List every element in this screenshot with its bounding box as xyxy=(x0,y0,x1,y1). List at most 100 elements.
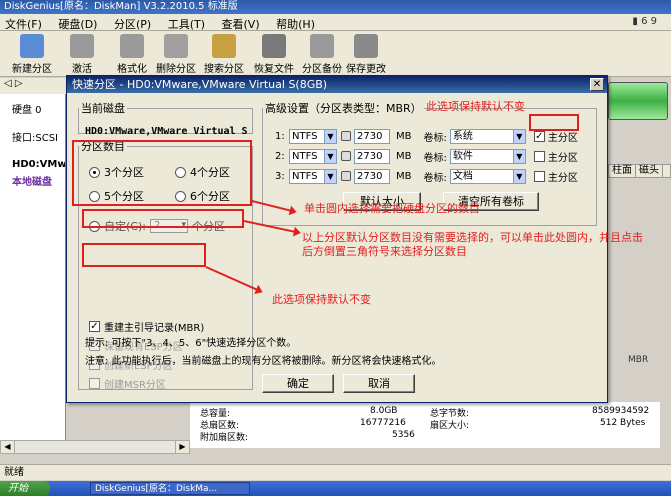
volume-label-caption: 卷标: xyxy=(423,132,447,144)
checkbox-checked-icon[interactable]: ✓ xyxy=(533,130,545,142)
column-head[interactable]: 磁头 xyxy=(636,165,663,177)
dropdown-arrow-icon[interactable]: ▼ xyxy=(324,149,336,163)
search-partition-icon[interactable] xyxy=(212,34,236,58)
current-disk-group: 当前磁盘 HD0:VMware,VMware Virtual S xyxy=(78,100,253,137)
toolbar-label[interactable]: 保存更改 xyxy=(340,60,392,75)
toolbar-button-4[interactable]: 删除分区 xyxy=(150,33,202,75)
new-partition-icon[interactable] xyxy=(20,34,44,58)
warning-text: 注意: 此功能执行后，当前磁盘上的现有分区将被删除。新分区将会快速格式化。 xyxy=(85,356,442,367)
toolbar-button-5[interactable]: 搜索分区 xyxy=(198,33,250,75)
volume-label-dropdown[interactable]: 软件 ▼ xyxy=(449,148,526,164)
fs-type-dropdown[interactable]: NTFS ▼ xyxy=(289,128,337,144)
menu-bar: 文件(F) 硬盘(D) 分区(P) 工具(T) 查看(V) 帮助(H) ▮ 6 … xyxy=(0,14,671,31)
dropdown-arrow-icon[interactable]: ▼ xyxy=(324,129,336,143)
dialog-title-bar: 快速分区 - HD0:VMware,VMware Virtual S(8GB) xyxy=(67,76,607,93)
fs-type-value[interactable]: NTFS xyxy=(292,171,318,182)
current-disk-value: HD0:VMware,VMware Virtual S xyxy=(85,126,248,137)
fs-type-value[interactable]: NTFS xyxy=(292,131,318,142)
checkbox-unchecked-icon[interactable] xyxy=(533,170,545,182)
dropdown-arrow-icon[interactable]: ▼ xyxy=(512,149,525,163)
volume-label-dropdown[interactable]: 系统 ▼ xyxy=(449,128,526,144)
checkbox-create-msr: 创建MSR分区 xyxy=(89,376,166,391)
stat-extra-sectors-label: 附加扇区数: xyxy=(200,433,249,443)
volume-label-caption: 卷标: xyxy=(423,152,447,164)
menu-help[interactable]: 帮助(H) xyxy=(271,14,323,32)
annotation-box-mbr xyxy=(82,243,206,267)
start-button[interactable]: 开始 xyxy=(0,481,50,496)
partition-size-input[interactable]: 2730 xyxy=(354,168,390,184)
column-cylinder[interactable]: 柱面 xyxy=(609,165,636,177)
toolbar: 新建分区 激活 格式化 删除分区 搜索分区 恢复文件 分区备份 保存更改 xyxy=(0,31,671,77)
toolbar-button-8[interactable]: 保存更改 xyxy=(340,33,392,75)
annotation-box-partition-count xyxy=(72,140,252,206)
advanced-settings-legend: 高级设置（分区表类型：MBR） xyxy=(265,102,422,115)
dropdown-arrow-icon[interactable]: ▼ xyxy=(512,129,525,143)
primary-partition-label[interactable]: 主分区 xyxy=(548,169,578,184)
partition-size-input[interactable]: 2730 xyxy=(354,128,390,144)
size-unit: MB xyxy=(396,170,412,182)
checkbox-disabled-icon xyxy=(89,378,100,389)
volume-label-dropdown[interactable]: 文档 ▼ xyxy=(449,168,526,184)
rebuild-mbr-label[interactable]: 重建主引导记录(MBR) xyxy=(104,319,204,334)
dropdown-arrow-icon[interactable]: ▼ xyxy=(512,169,525,183)
cancel-button[interactable]: 取消 xyxy=(343,374,415,393)
menu-view[interactable]: 查看(V) xyxy=(217,14,268,32)
menu-right-indicator: ▮ 6 9 xyxy=(632,16,657,27)
partition-backup-icon[interactable] xyxy=(310,34,334,58)
tree-disk-hd0[interactable]: HD0:VMware xyxy=(0,156,65,174)
menu-file[interactable]: 文件(F) xyxy=(0,14,50,32)
status-text: 就绪 xyxy=(4,467,24,478)
toolbar-button-6[interactable]: 恢复文件 xyxy=(248,33,300,75)
recover-files-icon[interactable] xyxy=(262,34,286,58)
partition-table-header: 柱面 磁头 xyxy=(608,164,671,178)
current-disk-legend: 当前磁盘 xyxy=(81,102,125,115)
delete-partition-icon[interactable] xyxy=(164,34,188,58)
fs-type-value[interactable]: NTFS xyxy=(292,151,318,162)
lock-icon[interactable] xyxy=(341,151,351,161)
lock-icon[interactable] xyxy=(341,171,351,181)
primary-partition-label[interactable]: 主分区 xyxy=(548,149,578,164)
interface-label: 接口:SCSI xyxy=(12,133,58,144)
scroll-right-icon[interactable]: ▶ xyxy=(175,441,189,453)
toolbar-button-1[interactable]: 新建分区 xyxy=(6,33,58,75)
toolbar-label[interactable]: 新建分区 xyxy=(6,60,58,75)
volume-label-value[interactable]: 文档 xyxy=(453,171,473,182)
stat-total-capacity-value: 8.0GB xyxy=(370,406,398,416)
volume-label-caption: 卷标: xyxy=(423,172,447,184)
menu-tools[interactable]: 工具(T) xyxy=(163,14,213,32)
disk-tree-pane: 硬盘 0 接口:SCSI HD0:VMware 本地磁盘 xyxy=(0,94,66,440)
size-unit: MB xyxy=(396,130,412,142)
save-changes-icon[interactable] xyxy=(354,34,378,58)
horizontal-scrollbar[interactable]: ◀ ▶ xyxy=(0,440,190,454)
tree-local-disk[interactable]: 本地磁盘 xyxy=(0,174,65,192)
dialog-title: 快速分区 - HD0:VMware,VMware Virtual S(8GB) xyxy=(72,78,328,91)
checkbox-checked-icon[interactable]: ✓ xyxy=(89,321,100,332)
fs-type-dropdown[interactable]: NTFS ▼ xyxy=(289,148,337,164)
volume-label-value[interactable]: 系统 xyxy=(453,131,473,142)
checkbox-unchecked-icon[interactable] xyxy=(533,150,545,162)
disk-capacity-bar[interactable] xyxy=(608,82,668,120)
toolbar-label[interactable]: 激活 xyxy=(56,60,108,75)
format-icon[interactable] xyxy=(120,34,144,58)
toolbar-button-2[interactable]: 激活 xyxy=(56,33,108,75)
dropdown-arrow-icon[interactable]: ▼ xyxy=(324,169,336,183)
toolbar-label[interactable]: 搜索分区 xyxy=(198,60,250,75)
scroll-left-icon[interactable]: ◀ xyxy=(1,441,15,453)
volume-label-value[interactable]: 软件 xyxy=(453,151,473,162)
menu-partition[interactable]: 分区(P) xyxy=(109,14,159,32)
create-msr-label: 创建MSR分区 xyxy=(104,380,166,391)
toolbar-label[interactable]: 恢复文件 xyxy=(248,60,300,75)
ok-button[interactable]: 确定 xyxy=(262,374,334,393)
partition-size-input[interactable]: 2730 xyxy=(354,148,390,164)
menu-disk[interactable]: 硬盘(D) xyxy=(53,14,105,32)
activate-icon[interactable] xyxy=(70,34,94,58)
toolbar-label[interactable]: 删除分区 xyxy=(150,60,202,75)
lock-icon[interactable] xyxy=(341,131,351,141)
checkbox-rebuild-mbr[interactable]: ✓ 重建主引导记录(MBR) xyxy=(89,319,204,334)
close-icon[interactable]: ✕ xyxy=(590,78,604,91)
size-unit: MB xyxy=(396,150,412,162)
left-nav-arrows[interactable]: ◁ ▷ xyxy=(0,78,66,94)
partition-row-3: 3: NTFS ▼ 2730 MB 卷标: 文档 ▼ 主分区 xyxy=(275,168,578,184)
taskbar-diskgenius[interactable]: DiskGenius[原名：DiskMa... xyxy=(90,482,250,495)
fs-type-dropdown[interactable]: NTFS ▼ xyxy=(289,168,337,184)
